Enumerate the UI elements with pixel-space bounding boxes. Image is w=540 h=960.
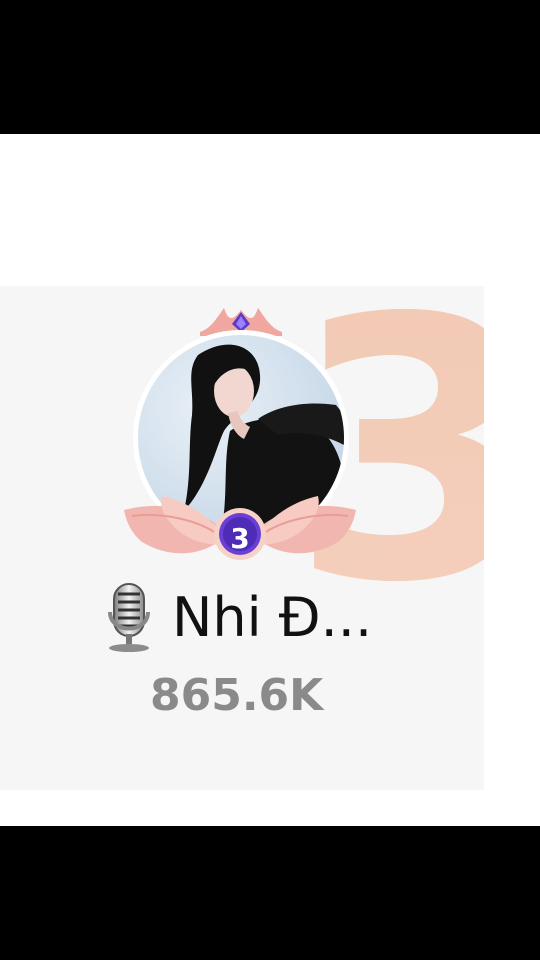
user-name: Nhi Đ...	[172, 586, 373, 649]
leaderboard-rank-card[interactable]: 3 3 Nhi Đ... 865.6K	[0, 286, 484, 790]
letterbox-bottom	[0, 826, 540, 960]
score-value: 865.6K	[150, 670, 324, 721]
rank-badge-number: 3	[230, 522, 250, 555]
avatar-frame[interactable]: 3	[120, 302, 360, 572]
letterbox-top	[0, 0, 540, 134]
microphone-icon	[108, 583, 150, 652]
user-name-row[interactable]: Nhi Đ...	[100, 582, 372, 654]
